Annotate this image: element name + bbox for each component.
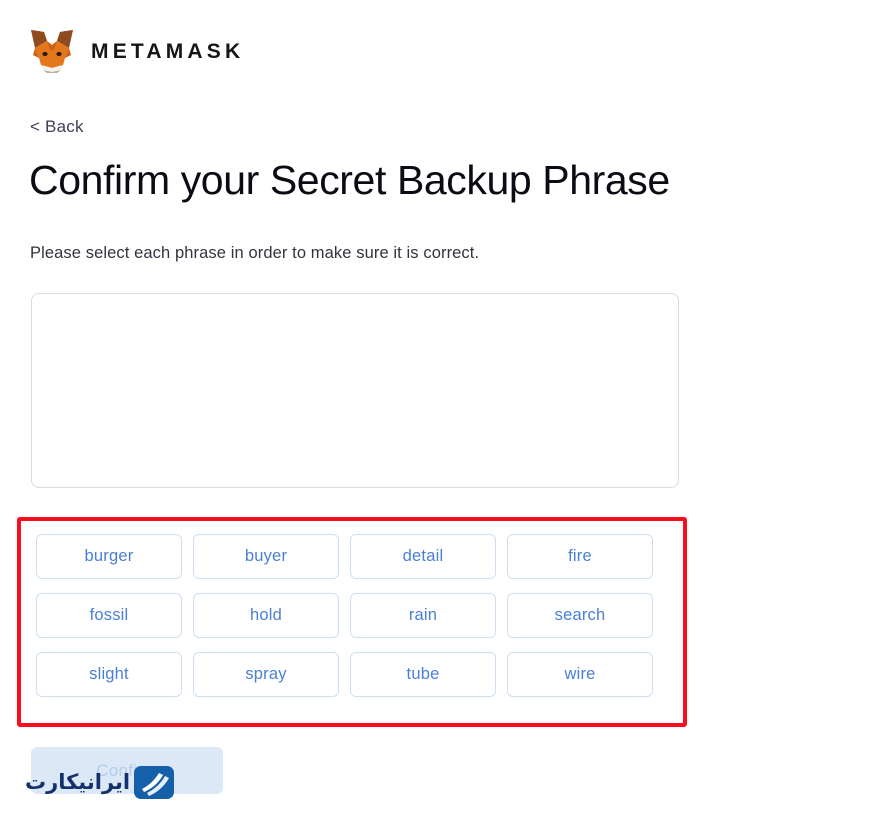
word-chip[interactable]: search bbox=[507, 593, 653, 638]
word-chip[interactable]: wire bbox=[507, 652, 653, 697]
word-bank: burger buyer detail fire fossil hold rai… bbox=[36, 534, 671, 697]
back-link[interactable]: < Back bbox=[30, 116, 84, 138]
selected-phrase-dropzone[interactable] bbox=[31, 293, 679, 488]
word-chip[interactable]: fossil bbox=[36, 593, 182, 638]
word-chip[interactable]: hold bbox=[193, 593, 339, 638]
page-subtitle: Please select each phrase in order to ma… bbox=[30, 244, 480, 262]
word-chip[interactable]: detail bbox=[350, 534, 496, 579]
metamask-wordmark: METAMASK bbox=[91, 39, 245, 63]
word-chip[interactable]: buyer bbox=[193, 534, 339, 579]
confirm-button[interactable]: Confirm bbox=[31, 747, 223, 794]
page-title: Confirm your Secret Backup Phrase bbox=[29, 157, 670, 203]
word-chip[interactable]: rain bbox=[350, 593, 496, 638]
word-chip[interactable]: tube bbox=[350, 652, 496, 697]
word-chip[interactable]: spray bbox=[193, 652, 339, 697]
word-chip[interactable]: fire bbox=[507, 534, 653, 579]
word-chip[interactable]: slight bbox=[36, 652, 182, 697]
word-chip[interactable]: burger bbox=[36, 534, 182, 579]
metamask-brand-header: METAMASK bbox=[27, 28, 244, 74]
metamask-fox-icon bbox=[31, 30, 73, 73]
